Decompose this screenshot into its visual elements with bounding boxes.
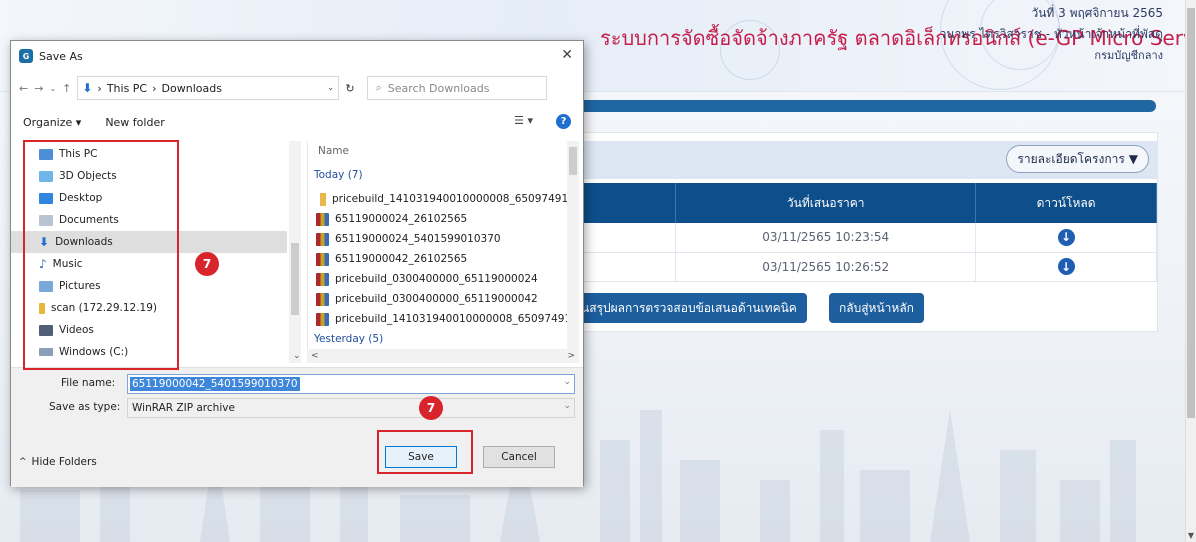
breadcrumb-this-pc[interactable]: This PC (107, 82, 147, 95)
cancel-button[interactable]: Cancel (483, 446, 555, 468)
project-detail-label: รายละเอียดโครงการ (1017, 151, 1125, 166)
file-list-hscrollbar[interactable]: < > (307, 349, 579, 363)
file-name-input[interactable]: 65119000042_5401599010370 ⌄ (127, 374, 575, 394)
caret-down-icon: ▼ (1128, 152, 1138, 166)
dialog-toolbar: Organize ▾ New folder ☰ ▾ ? (11, 109, 583, 135)
file-name-label: File name: (61, 377, 116, 389)
nav-scrollbar-thumb[interactable] (291, 243, 299, 315)
up-arrow-icon[interactable]: ↑ (62, 82, 71, 95)
scroll-down-arrow-icon[interactable]: ▼ (1188, 531, 1194, 540)
progress-header-bar (520, 100, 1156, 112)
table-header-download: ดาวน์โหลด (975, 183, 1157, 223)
file-item[interactable]: pricebuild_141031940010000008_650974911 (316, 189, 575, 209)
highlight-navigation-pane (23, 140, 179, 370)
winrar-archive-icon (316, 212, 329, 226)
winrar-archive-icon (316, 272, 329, 286)
breadcrumb-downloads[interactable]: Downloads (162, 82, 222, 95)
file-item[interactable]: 65119000042_26102565 (316, 249, 467, 269)
file-icon (320, 192, 326, 206)
user-name[interactable]: วนาพร ไตรวิสาราช - หัวหน้าเจ้าหน้าที่พัส… (940, 25, 1163, 44)
group-header-today[interactable]: Today (7) (314, 169, 363, 181)
search-icon: ⌕ (375, 81, 382, 94)
downloads-arrow-icon: ⬇ (82, 81, 93, 95)
search-downloads-input[interactable]: ⌕ Search Downloads (366, 76, 547, 100)
technical-summary-button[interactable]: นสรุปผลการตรวจสอบข้อเสนอด้านเทคนิค (571, 293, 807, 323)
group-header-yesterday[interactable]: Yesterday (5) (314, 333, 383, 345)
table-cell-date: 03/11/2565 10:23:54 (675, 223, 977, 253)
table-cell-download: ↓ (975, 223, 1157, 253)
file-list-scrollbar-thumb[interactable] (569, 147, 577, 175)
scroll-left-icon[interactable]: < (311, 351, 319, 361)
project-detail-button[interactable]: รายละเอียดโครงการ ▼ (1006, 145, 1149, 173)
nav-scrollbar[interactable] (289, 141, 301, 363)
file-item[interactable]: 65119000024_5401599010370 (316, 229, 501, 249)
pane-collapse-icon[interactable]: ⌄ (293, 351, 301, 361)
save-type-value: WinRAR ZIP archive (132, 402, 235, 414)
file-item[interactable]: pricebuild_141031940010000008_650974911 (316, 309, 578, 329)
save-type-select[interactable]: WinRAR ZIP archive ⌄ (127, 398, 575, 418)
file-list-pane: Name Today (7) pricebuild_14103194001000… (307, 141, 579, 363)
table-cell-download: ↓ (975, 252, 1157, 282)
app-icon: G (19, 49, 33, 63)
dialog-titlebar[interactable]: G Save As ✕ (11, 41, 583, 71)
organize-menu[interactable]: Organize ▾ (23, 116, 81, 129)
highlight-save-button (377, 430, 473, 474)
save-type-label: Save as type: (49, 401, 121, 413)
breadcrumb-sep: › (152, 81, 157, 95)
view-options-icon[interactable]: ☰ ▾ (514, 114, 533, 127)
panel-header: รายละเอียดโครงการ ▼ (521, 141, 1157, 179)
current-date: วันที่ 3 พฤศจิกายน 2565 (1031, 6, 1163, 20)
address-dropdown-icon[interactable]: ⌄ (327, 83, 335, 93)
winrar-archive-icon (316, 292, 329, 306)
refresh-icon[interactable]: ↻ (345, 82, 354, 95)
hide-folders-toggle[interactable]: ^ Hide Folders (19, 456, 97, 468)
download-icon[interactable]: ↓ (1057, 228, 1075, 246)
dialog-title: Save As (39, 49, 83, 63)
address-row: ← → ⌄ ↑ ⬇ › This PC › Downloads ⌄ ↻ ⌕ Se… (11, 75, 583, 101)
project-panel: รายละเอียดโครงการ ▼ วันที่เสนอราคา ดาวน์… (520, 132, 1158, 332)
department-name: กรมบัญชีกลาง (1094, 49, 1163, 62)
breadcrumb-sep: › (97, 81, 102, 95)
table-row: 03/11/2565 10:23:54 ↓ (521, 223, 1157, 253)
close-icon[interactable]: ✕ (561, 47, 573, 63)
file-item[interactable]: pricebuild_0300400000_65119000042 (316, 289, 538, 309)
save-type-dropdown-icon[interactable]: ⌄ (563, 401, 571, 411)
column-header-name[interactable]: Name (318, 145, 349, 157)
offer-table: วันที่เสนอราคา ดาวน์โหลด 03/11/2565 10:2… (521, 183, 1157, 282)
table-header-date: วันที่เสนอราคา (675, 183, 977, 223)
file-item[interactable]: pricebuild_0300400000_65119000024 (316, 269, 538, 289)
address-bar[interactable]: ⬇ › This PC › Downloads ⌄ (77, 76, 340, 100)
search-placeholder: Search Downloads (387, 81, 490, 95)
winrar-archive-icon (316, 232, 329, 246)
chevron-down-icon[interactable]: ⌄ (49, 84, 56, 93)
back-arrow-icon[interactable]: ← (19, 82, 28, 95)
file-list-scrollbar[interactable] (567, 141, 579, 363)
chevron-up-icon: ^ (19, 457, 27, 467)
new-folder-button[interactable]: New folder (105, 116, 164, 129)
table-row: 03/11/2565 10:26:52 ↓ (521, 252, 1157, 282)
file-name-dropdown-icon[interactable]: ⌄ (563, 377, 571, 387)
table-header-row: วันที่เสนอราคา ดาวน์โหลด (521, 183, 1157, 223)
winrar-archive-icon (316, 252, 329, 266)
back-to-home-button[interactable]: กลับสู่หน้าหลัก (829, 293, 924, 323)
file-name-value: 65119000042_5401599010370 (130, 377, 300, 391)
forward-arrow-icon[interactable]: → (34, 82, 43, 95)
step-badge-save: 7 (419, 396, 443, 420)
table-cell-date: 03/11/2565 10:26:52 (675, 252, 977, 282)
download-icon[interactable]: ↓ (1057, 258, 1075, 275)
file-item[interactable]: 65119000024_26102565 (316, 209, 467, 229)
dialog-bottom-area: File name: 65119000042_5401599010370 ⌄ S… (11, 367, 583, 487)
page-scrollbar-thumb[interactable] (1187, 8, 1195, 418)
scroll-right-icon[interactable]: > (567, 351, 575, 361)
help-icon[interactable]: ? (556, 114, 571, 129)
winrar-archive-icon (316, 312, 329, 326)
page-scrollbar[interactable]: ▼ (1185, 0, 1196, 542)
step-badge-navigation: 7 (195, 252, 219, 276)
